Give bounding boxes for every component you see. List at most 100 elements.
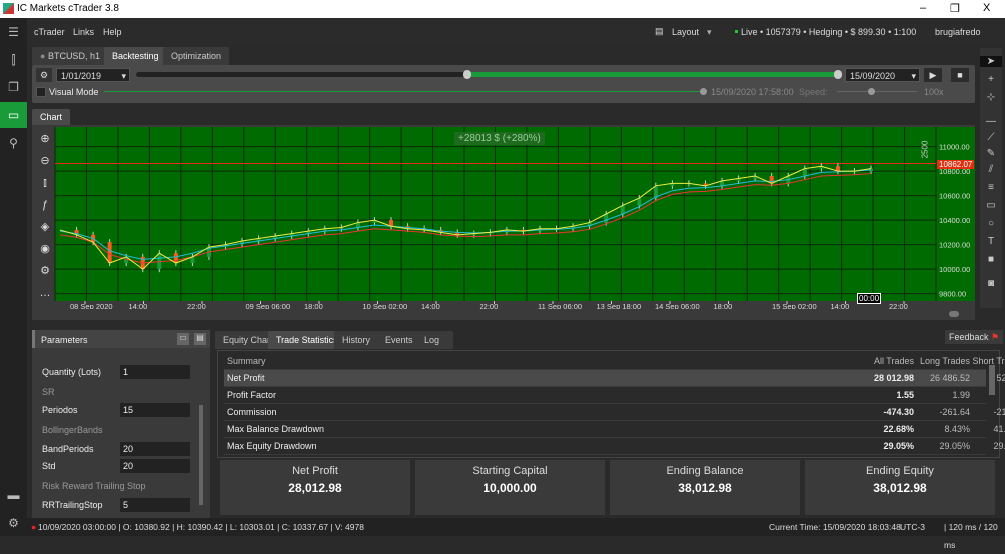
more-icon[interactable]: … [36, 284, 54, 302]
tab-backtesting[interactable]: Backtesting [104, 47, 167, 65]
save-icon[interactable]: ▤ [194, 333, 206, 345]
param-label: Std [42, 461, 56, 471]
row-label: Max Equity Drawdown [227, 441, 317, 451]
camera-icon[interactable]: ◙ [980, 278, 1002, 289]
cell-all: 29.05% [883, 441, 914, 451]
crosshair-icon[interactable]: + [980, 74, 1002, 85]
candles-icon[interactable]: ⫾ [36, 174, 54, 192]
tab-chart[interactable]: Chart [32, 109, 71, 125]
speed-slider[interactable] [837, 91, 917, 92]
candle [107, 242, 112, 264]
param-bandperiods: BandPeriods 20 [40, 442, 190, 456]
param-label: Periodos [42, 405, 78, 415]
param-quantity: Quantity (Lots) 1 [40, 365, 190, 379]
tab-events[interactable]: Events [377, 331, 421, 349]
measure-icon[interactable]: ⊹ [980, 92, 1002, 103]
table-row[interactable]: Max Balance Drawdown 22.68% 8.43% 41.32% [224, 421, 1005, 438]
copy-icon[interactable]: ❐ [0, 74, 27, 100]
flag-icon: ⚑ [991, 332, 1000, 342]
menu-ctrader[interactable]: cTrader [34, 27, 65, 37]
tab-history[interactable]: History [334, 331, 379, 349]
stop-button[interactable]: ■ [951, 68, 969, 82]
tab-optimization[interactable]: Optimization [163, 47, 230, 65]
title-bar: IC Markets cTrader 3.8 – ❐ X [0, 0, 1005, 18]
settings-icon[interactable]: ⚙ [0, 510, 27, 536]
app-logo-icon [3, 3, 14, 14]
close-button[interactable]: X [983, 2, 990, 14]
fill-icon[interactable]: ■ [980, 254, 1002, 265]
pen-icon[interactable]: ✎ [980, 148, 1002, 159]
analyze-icon[interactable]: ⚲ [0, 130, 27, 156]
profit-label: +28013 $ (+280%) [454, 132, 545, 145]
current-time-status: Current Time: 15/09/2020 18:03:48 [769, 522, 901, 532]
user-menu[interactable]: brugiafredo [935, 27, 981, 37]
text-icon[interactable]: T [980, 236, 1002, 247]
menu-links[interactable]: Links [73, 27, 94, 37]
card-value: 38,012.98 [678, 481, 732, 495]
table-row[interactable]: Net Profit 28 012.98 26 486.52 1 526.46 [224, 370, 1005, 387]
feedback-label: Feedback [949, 332, 989, 342]
params-scrollbar[interactable] [199, 405, 203, 505]
account-selector[interactable]: Live • 1057379 • Hedging • $ 899.30 • 1:… [741, 27, 916, 37]
speed-label: Speed: [799, 87, 828, 97]
card-value: 38,012.98 [873, 481, 927, 495]
table-row[interactable]: Profit Factor 1.55 1.99 1.06 [224, 387, 986, 404]
fibonacci-icon[interactable]: ≡ [980, 182, 1002, 193]
cell-long: -261.64 [939, 407, 970, 417]
scroll-thumb[interactable] [949, 311, 959, 317]
indicators-icon[interactable]: ƒ [36, 196, 54, 214]
cell-short: 29.05% [993, 441, 1005, 451]
start-date-select[interactable]: 1/01/2019 ▾ [56, 68, 130, 82]
briefcase-icon[interactable]: ▬ [0, 482, 27, 508]
visual-mode-checkbox[interactable] [36, 87, 46, 97]
date-range-slider[interactable] [136, 70, 842, 79]
param-input[interactable]: 20 [120, 459, 190, 473]
gear-icon[interactable]: ⚙ [36, 68, 52, 82]
play-button[interactable]: ▶ [924, 68, 942, 82]
trade-icon[interactable]: ⫿ [0, 47, 27, 73]
ellipse-icon[interactable]: ○ [980, 218, 1002, 229]
param-input[interactable]: 20 [120, 442, 190, 456]
end-date-value: 15/09/2020 [850, 71, 896, 81]
trend-line-icon[interactable]: ⟋ [980, 132, 1002, 143]
minimize-button[interactable]: – [920, 2, 926, 14]
zoom-out-icon[interactable]: ⊖ [36, 152, 54, 170]
automate-icon[interactable]: ▭ [0, 102, 27, 128]
param-input[interactable]: 15 [120, 403, 190, 417]
table-row[interactable]: Max Equity Drawdown 29.05% 29.05% 29.05% [224, 438, 1005, 455]
horizontal-line-icon[interactable]: — [980, 116, 1002, 127]
settings-icon[interactable]: ⚙ [36, 262, 54, 280]
cell-short: -212.66 [993, 407, 1005, 417]
tab-log[interactable]: Log [416, 331, 453, 349]
y-tick-label: 10200.00 [939, 241, 970, 250]
load-icon[interactable]: ▭ [177, 333, 189, 345]
candle [173, 253, 178, 264]
chart-scrollbar[interactable] [32, 309, 975, 320]
param-input[interactable]: 5 [120, 498, 190, 512]
price-chart[interactable]: 11000.0010800.0010600.0010400.0010200.00… [32, 125, 975, 320]
rectangle-icon[interactable]: ▭ [980, 200, 1002, 211]
cursor-icon[interactable]: ➤ [980, 56, 1002, 67]
col-short: Short Trades [972, 356, 1005, 366]
menu-help[interactable]: Help [103, 27, 122, 37]
hamburger-menu-icon[interactable]: ☰ [0, 19, 27, 45]
speed-handle[interactable] [868, 88, 875, 95]
table-scrollbar[interactable] [989, 365, 995, 395]
timezone-select[interactable]: UTC-3 [900, 518, 925, 536]
layers-icon[interactable]: ◈ [36, 218, 54, 236]
tab-symbol[interactable]: ● BTCUSD, h1 [32, 47, 108, 65]
range-end-handle[interactable] [834, 70, 842, 79]
param-input[interactable]: 1 [120, 365, 190, 379]
feedback-button[interactable]: Feedback ⚑ [945, 330, 1004, 344]
zoom-in-icon[interactable]: ⊕ [36, 130, 54, 148]
table-row[interactable]: Commission -474.30 -261.64 -212.66 [224, 404, 1005, 421]
section-rr: Risk Reward Trailing Stop [42, 481, 146, 491]
progress-handle[interactable] [700, 88, 707, 95]
end-date-select[interactable]: 15/09/2020 ▾ [845, 68, 920, 82]
maximize-button[interactable]: ❐ [950, 2, 960, 15]
param-label: Quantity (Lots) [42, 367, 102, 377]
eye-icon[interactable]: ◉ [36, 240, 54, 258]
layout-menu[interactable]: Layout [672, 27, 699, 37]
range-start-handle[interactable] [463, 70, 471, 79]
channel-icon[interactable]: ⫽ [980, 164, 1002, 175]
